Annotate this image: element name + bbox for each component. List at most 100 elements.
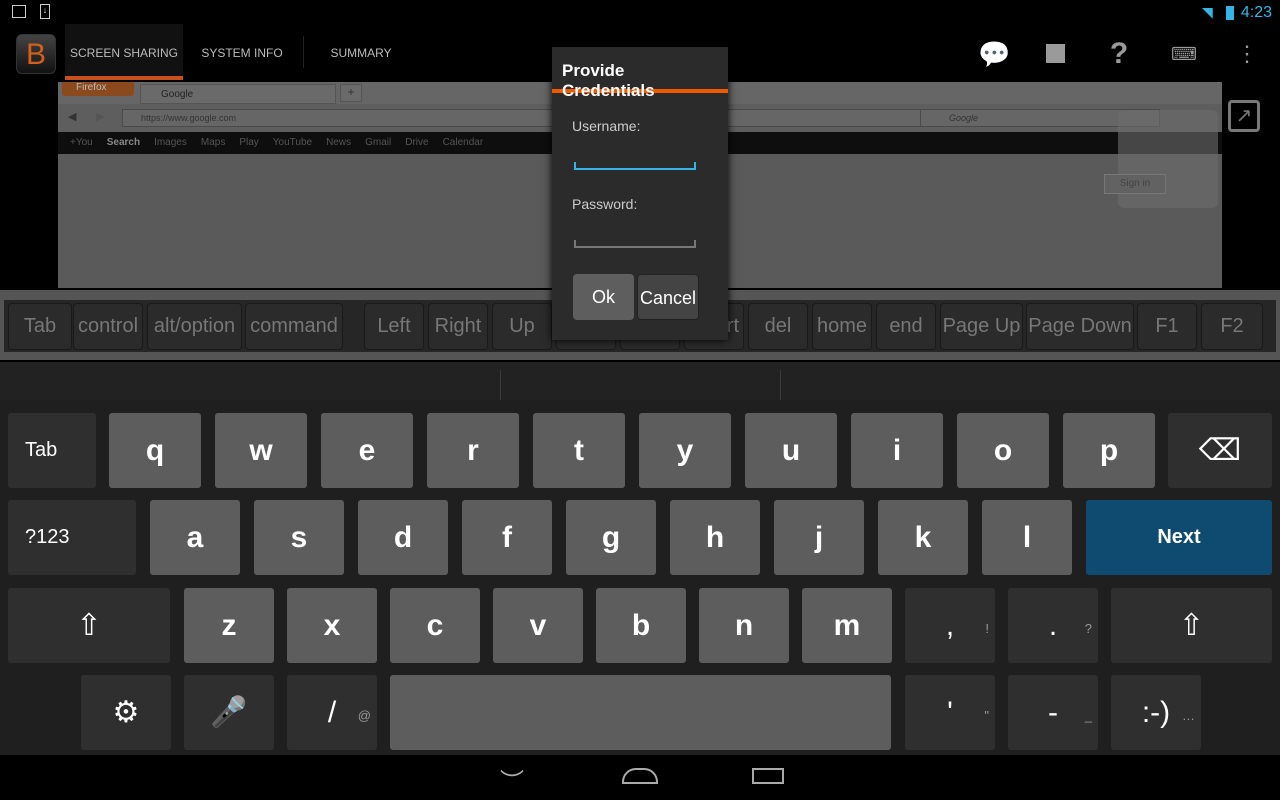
gbar-gmail[interactable]: Gmail (365, 137, 391, 148)
gbar-news[interactable]: News (326, 137, 351, 148)
special-key[interactable]: Page Down (1026, 303, 1134, 350)
key[interactable]: c (390, 588, 480, 663)
key[interactable]: ,! (905, 588, 995, 663)
tab-summary[interactable]: SUMMARY (318, 24, 404, 80)
home-icon[interactable] (622, 768, 658, 784)
gbar-images[interactable]: Images (154, 137, 187, 148)
username-label: Username: (572, 118, 641, 134)
key[interactable]: ' " (905, 675, 995, 750)
key[interactable]: ?123 (8, 500, 136, 575)
key[interactable]: z (184, 588, 274, 663)
key[interactable]: b (596, 588, 686, 663)
special-key[interactable]: Right (428, 303, 488, 350)
key[interactable]: ⇧ (8, 588, 170, 663)
special-key[interactable]: F1 (1137, 303, 1197, 350)
special-key[interactable]: Tab (8, 303, 72, 350)
special-key[interactable]: del (748, 303, 808, 350)
key[interactable]: e (321, 413, 413, 488)
cancel-button[interactable]: Cancel (637, 274, 699, 320)
sign-in-button[interactable]: Sign in (1104, 174, 1166, 194)
app-logo[interactable]: B (16, 34, 56, 74)
key[interactable]: s (254, 500, 344, 575)
space-key[interactable] (390, 675, 891, 750)
key[interactable]: p (1063, 413, 1155, 488)
key[interactable]: ⚙ (81, 675, 171, 750)
key[interactable]: j (774, 500, 864, 575)
key-label: y (676, 434, 694, 467)
special-key[interactable]: F2 (1201, 303, 1263, 350)
key-label: :-) (1141, 696, 1171, 729)
firefox-menu-button[interactable]: Firefox (62, 82, 134, 96)
key[interactable]: .? (1008, 588, 1098, 663)
special-key[interactable]: home (812, 303, 872, 350)
keyboard-icon[interactable]: ⌨ (1170, 40, 1198, 68)
key[interactable]: i (851, 413, 943, 488)
key[interactable]: / @ (287, 675, 377, 750)
special-key[interactable]: command (245, 303, 343, 350)
key-label: a (186, 521, 204, 554)
key[interactable]: ⇧ (1111, 588, 1272, 663)
tab-system-info[interactable]: SYSTEM INFO (190, 24, 294, 80)
key-label: ⇧ (1178, 609, 1205, 642)
key-label: u (781, 434, 801, 467)
key[interactable]: u (745, 413, 837, 488)
key[interactable]: Tab (8, 413, 96, 488)
key[interactable]: Next (1086, 500, 1272, 575)
expand-icon[interactable]: ↗ (1228, 100, 1260, 132)
url-bar[interactable]: https://www.google.com (122, 109, 922, 127)
chat-icon[interactable]: 💬 (978, 40, 1010, 68)
key[interactable]: x (287, 588, 377, 663)
ok-button[interactable]: Ok (573, 274, 634, 320)
forward-arrow-icon[interactable]: ▶ (96, 110, 104, 123)
key-label: q (145, 434, 165, 467)
key[interactable]: t (533, 413, 625, 488)
gbar-maps[interactable]: Maps (201, 137, 225, 148)
special-key[interactable]: control (73, 303, 143, 350)
overflow-icon[interactable]: ⋮ (1233, 40, 1261, 68)
key[interactable]: g (566, 500, 656, 575)
special-key[interactable]: Up (492, 303, 552, 350)
recents-icon[interactable] (752, 768, 784, 784)
key[interactable]: k (878, 500, 968, 575)
gbar-play[interactable]: Play (239, 137, 258, 148)
key[interactable]: a (150, 500, 240, 575)
back-arrow-icon[interactable]: ◀ (68, 110, 76, 123)
gbar-calendar[interactable]: Calendar (443, 137, 484, 148)
special-key[interactable]: end (876, 303, 936, 350)
key[interactable]: - _ (1008, 675, 1098, 750)
key[interactable]: ⌫ (1168, 413, 1272, 488)
key[interactable]: d (358, 500, 448, 575)
gbar-drive[interactable]: Drive (405, 137, 428, 148)
back-icon[interactable]: ︶ (482, 762, 542, 797)
key[interactable]: r (427, 413, 519, 488)
key[interactable]: l (982, 500, 1072, 575)
key[interactable]: m (802, 588, 892, 663)
username-field[interactable] (574, 162, 696, 170)
special-key[interactable]: Page Up (940, 303, 1023, 350)
special-key[interactable]: Left (364, 303, 424, 350)
key[interactable]: h (670, 500, 760, 575)
special-key[interactable]: alt/option (147, 303, 242, 350)
new-tab-button[interactable]: + (340, 84, 362, 102)
key[interactable]: v (493, 588, 583, 663)
key[interactable]: 🎤 (184, 675, 274, 750)
key[interactable]: :-)… (1111, 675, 1201, 750)
key[interactable]: q (109, 413, 201, 488)
key[interactable]: y (639, 413, 731, 488)
browser-tab[interactable]: Google (140, 84, 336, 104)
key[interactable]: n (699, 588, 789, 663)
key-label: j (814, 521, 824, 554)
key[interactable]: w (215, 413, 307, 488)
stop-icon[interactable] (1046, 44, 1065, 63)
status-bar: ↓ ◥ 4:23 (0, 0, 1280, 24)
password-field[interactable] (574, 240, 696, 248)
help-icon[interactable]: ? (1105, 39, 1133, 69)
tab-screen-sharing[interactable]: SCREEN SHARING (65, 24, 183, 80)
password-label: Password: (572, 196, 638, 212)
key-label: ' (947, 696, 953, 729)
key[interactable]: o (957, 413, 1049, 488)
gbar-search[interactable]: Search (107, 137, 140, 148)
gbar-youtube[interactable]: YouTube (273, 137, 312, 148)
key[interactable]: f (462, 500, 552, 575)
gbar-you[interactable]: +You (70, 137, 93, 148)
